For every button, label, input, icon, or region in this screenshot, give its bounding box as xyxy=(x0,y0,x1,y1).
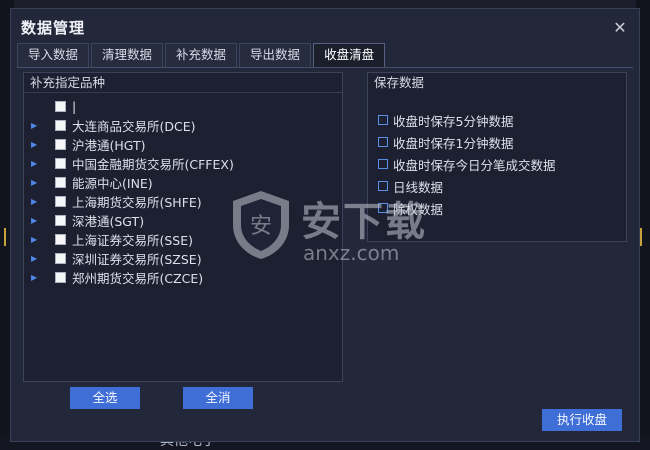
tree-item-label: 沪港通(HGT) xyxy=(72,138,146,153)
checkbox[interactable] xyxy=(55,196,66,207)
background-chart-tick xyxy=(640,228,642,246)
tab-clean-data[interactable]: 清理数据 xyxy=(91,43,164,67)
checkbox[interactable] xyxy=(378,159,388,169)
tab-bar: 导入数据 清理数据 补充数据 导出数据 收盘清盘 xyxy=(17,43,387,67)
expand-arrow-icon[interactable]: ▶ xyxy=(31,273,47,282)
checkbox[interactable] xyxy=(55,158,66,169)
varieties-panel: 补充指定品种 ▶| ▶大连商品交易所(DCE) ▶沪港通(HGT) ▶中国金融期… xyxy=(23,72,343,382)
save-option-label: 收盘时保存5分钟数据 xyxy=(393,113,514,129)
tree-item[interactable]: ▶ 郑州期货交易所(CZCE) xyxy=(24,268,342,287)
save-option-label: 日线数据 xyxy=(393,179,444,195)
save-option[interactable]: 除权数据 xyxy=(368,197,626,219)
checkbox[interactable] xyxy=(55,272,66,283)
checkbox[interactable] xyxy=(55,234,66,245)
expand-arrow-icon[interactable]: ▶ xyxy=(31,178,47,187)
tree-item-label: 深港通(SGT) xyxy=(72,214,145,229)
save-option[interactable]: 收盘时保存今日分笔成交数据 xyxy=(368,153,626,175)
checkbox[interactable] xyxy=(55,120,66,131)
tree-item[interactable]: ▶ 沪港通(HGT) xyxy=(24,135,342,154)
expand-arrow-icon[interactable]: ▶ xyxy=(31,121,47,130)
select-all-button[interactable]: 全选 xyxy=(70,387,140,409)
checkbox[interactable] xyxy=(378,203,388,213)
checkbox[interactable] xyxy=(55,177,66,188)
tab-import-data[interactable]: 导入数据 xyxy=(17,43,90,67)
checkbox[interactable] xyxy=(55,253,66,264)
checkbox[interactable] xyxy=(55,139,66,150)
save-data-panel: 保存数据 收盘时保存5分钟数据 收盘时保存1分钟数据 收盘时保存今日分笔成交数据… xyxy=(367,72,627,242)
save-options-list: 收盘时保存5分钟数据 收盘时保存1分钟数据 收盘时保存今日分笔成交数据 日线数据… xyxy=(368,93,626,219)
save-option[interactable]: 日线数据 xyxy=(368,175,626,197)
tab-export-data[interactable]: 导出数据 xyxy=(239,43,312,67)
save-option[interactable]: 收盘时保存1分钟数据 xyxy=(368,131,626,153)
tree-item-label: 大连商品交易所(DCE) xyxy=(72,119,196,134)
tree-item[interactable]: ▶ 大连商品交易所(DCE) xyxy=(24,116,342,135)
varieties-tree: ▶| ▶大连商品交易所(DCE) ▶沪港通(HGT) ▶中国金融期货交易所(CF… xyxy=(24,93,342,287)
tree-item[interactable]: ▶ 深圳证券交易所(SZSE) xyxy=(24,249,342,268)
tree-item-label: 上海期货交易所(SHFE) xyxy=(72,195,202,210)
tree-item[interactable]: ▶ 上海期货交易所(SHFE) xyxy=(24,192,342,211)
checkbox[interactable] xyxy=(55,215,66,226)
save-data-panel-title: 保存数据 xyxy=(374,75,425,90)
tree-item-label: 中国金融期货交易所(CFFEX) xyxy=(72,157,234,172)
save-option-label: 收盘时保存今日分笔成交数据 xyxy=(393,157,556,173)
tree-item-label: | xyxy=(72,99,77,114)
expand-arrow-icon[interactable]: ▶ xyxy=(31,254,47,263)
data-management-dialog: 数据管理 ✕ 导入数据 清理数据 补充数据 导出数据 收盘清盘 补充指定品种 ▶… xyxy=(10,8,640,442)
checkbox[interactable] xyxy=(378,181,388,191)
tree-item[interactable]: ▶ 能源中心(INE) xyxy=(24,173,342,192)
tab-divider xyxy=(17,67,633,68)
expand-arrow-icon[interactable]: ▶ xyxy=(31,235,47,244)
checkbox[interactable] xyxy=(378,137,388,147)
save-option-label: 除权数据 xyxy=(393,201,444,217)
tree-item-label: 郑州期货交易所(CZCE) xyxy=(72,271,204,286)
dialog-title: 数据管理 xyxy=(21,18,86,37)
save-option[interactable]: 收盘时保存5分钟数据 xyxy=(368,109,626,131)
tree-item-label: 深圳证券交易所(SZSE) xyxy=(72,252,202,267)
dialog-titlebar: 数据管理 ✕ xyxy=(11,9,639,45)
expand-arrow-icon[interactable]: ▶ xyxy=(31,197,47,206)
tree-item-label: 能源中心(INE) xyxy=(72,176,153,191)
tree-item[interactable]: ▶| xyxy=(24,97,342,116)
tree-item[interactable]: ▶ 上海证券交易所(SSE) xyxy=(24,230,342,249)
clear-all-button[interactable]: 全消 xyxy=(183,387,253,409)
tab-close-clearing[interactable]: 收盘清盘 xyxy=(313,43,386,67)
checkbox[interactable] xyxy=(55,101,66,112)
save-option-label: 收盘时保存1分钟数据 xyxy=(393,135,514,151)
tree-item[interactable]: ▶ 深港通(SGT) xyxy=(24,211,342,230)
tab-supplement-data[interactable]: 补充数据 xyxy=(165,43,238,67)
expand-arrow-icon[interactable]: ▶ xyxy=(31,159,47,168)
expand-arrow-icon[interactable]: ▶ xyxy=(31,140,47,149)
checkbox[interactable] xyxy=(378,115,388,125)
expand-arrow-icon[interactable]: ▶ xyxy=(31,216,47,225)
varieties-panel-title: 补充指定品种 xyxy=(24,73,342,93)
tree-item[interactable]: ▶ 中国金融期货交易所(CFFEX) xyxy=(24,154,342,173)
close-icon[interactable]: ✕ xyxy=(611,18,629,37)
execute-close-button[interactable]: 执行收盘 xyxy=(542,409,622,431)
tree-item-label: 上海证券交易所(SSE) xyxy=(72,233,194,248)
background-chart-tick xyxy=(4,228,6,246)
